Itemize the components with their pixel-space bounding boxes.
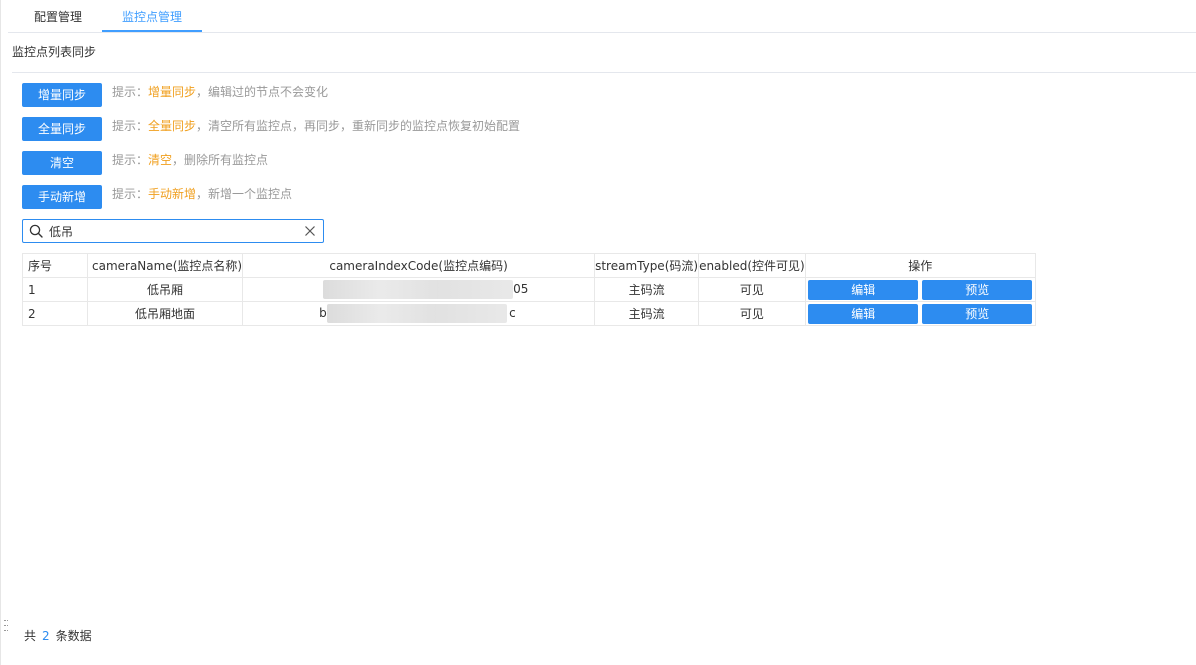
- tip-prefix: 提示：: [112, 119, 149, 133]
- preview-button[interactable]: 预览: [922, 279, 1033, 300]
- tab-bar: 配置管理 监控点管理: [8, 0, 1196, 33]
- tip-highlight: 清空: [148, 153, 173, 167]
- tip-text: ，删除所有监控点: [172, 153, 269, 167]
- full-sync-button[interactable]: 全量同步: [22, 117, 102, 141]
- cell-operations: 编辑 预览: [804, 277, 1036, 302]
- tip-prefix: 提示：: [112, 85, 149, 99]
- cell-camera-name: 低吊厢: [86, 277, 244, 302]
- cell-camera-name: 低吊厢地面: [86, 301, 244, 326]
- search-icon: [29, 224, 43, 238]
- pagination-summary: 共 2 条数据: [24, 627, 92, 644]
- code-visible-end: 05: [513, 282, 529, 296]
- tip-text: ，清空所有监控点，再同步，重新同步的监控点恢复初始配置: [196, 119, 521, 133]
- cell-index: 2: [22, 301, 88, 326]
- search-box: [22, 219, 324, 243]
- tip-text: ，新增一个监控点: [196, 187, 293, 201]
- close-icon[interactable]: [303, 224, 317, 238]
- cell-stream-type: 主码流: [594, 301, 700, 326]
- table-row: 2 低吊厢地面 b c 主码流 可见 编辑 预览: [22, 301, 1036, 326]
- tip-prefix: 提示：: [112, 187, 149, 201]
- tip-highlight: 手动新增: [148, 187, 197, 201]
- edit-button[interactable]: 编辑: [808, 279, 919, 300]
- column-header-camera-index-code: cameraIndexCode(监控点编码): [242, 253, 596, 278]
- section-divider: [12, 72, 1196, 73]
- manual-add-button[interactable]: 手动新增: [22, 185, 102, 209]
- cell-stream-type: 主码流: [594, 277, 700, 302]
- tab-config-management[interactable]: 配置管理: [18, 0, 98, 32]
- table-header-row: 序号 cameraName(监控点名称) cameraIndexCode(监控点…: [22, 253, 1036, 278]
- column-header-camera-name: cameraName(监控点名称): [86, 253, 244, 278]
- clear-tip: 提示：清空，删除所有监控点: [112, 151, 268, 169]
- column-header-stream-type: streamType(码流): [594, 253, 700, 278]
- redacted-blur: [323, 280, 514, 299]
- tab-monitor-point-management[interactable]: 监控点管理: [102, 0, 202, 32]
- edit-button[interactable]: 编辑: [808, 303, 919, 324]
- manual-add-tip: 提示：手动新增，新增一个监控点: [112, 185, 292, 203]
- active-tab-indicator: [102, 30, 202, 32]
- tip-highlight: 增量同步: [148, 85, 197, 99]
- code-visible-end: c: [509, 306, 516, 320]
- incremental-sync-tip: 提示：增量同步，编辑过的节点不会变化: [112, 83, 328, 101]
- code-visible-start: b: [319, 306, 327, 320]
- total-count: 2: [42, 629, 50, 643]
- cell-enabled: 可见: [698, 301, 806, 326]
- section-title: 监控点列表同步: [12, 45, 97, 59]
- cell-operations: 编辑 预览: [804, 301, 1036, 326]
- cell-enabled: 可见: [698, 277, 806, 302]
- cell-camera-index-code: b c: [242, 301, 596, 326]
- total-suffix: 条数据: [55, 629, 92, 643]
- preview-button[interactable]: 预览: [922, 303, 1033, 324]
- column-header-operations: 操作: [804, 253, 1036, 278]
- drag-handle-icon[interactable]: [4, 620, 8, 634]
- cell-camera-index-code: 05: [242, 277, 596, 302]
- column-header-enabled: enabled(控件可见): [698, 253, 806, 278]
- cell-index: 1: [22, 277, 88, 302]
- incremental-sync-button[interactable]: 增量同步: [22, 83, 102, 107]
- tip-highlight: 全量同步: [148, 119, 197, 133]
- tip-prefix: 提示：: [112, 153, 149, 167]
- table-row: 1 低吊厢 05 主码流 可见 编辑 预览: [22, 277, 1036, 302]
- full-sync-tip: 提示：全量同步，清空所有监控点，再同步，重新同步的监控点恢复初始配置: [112, 117, 520, 135]
- column-header-index: 序号: [22, 253, 88, 278]
- tip-text: ，编辑过的节点不会变化: [196, 85, 329, 99]
- total-prefix: 共: [24, 629, 37, 643]
- search-input[interactable]: [49, 221, 299, 241]
- monitor-point-table: 序号 cameraName(监控点名称) cameraIndexCode(监控点…: [22, 253, 1036, 326]
- redacted-blur: [327, 304, 508, 323]
- clear-button[interactable]: 清空: [22, 151, 102, 175]
- left-border: [0, 0, 1, 665]
